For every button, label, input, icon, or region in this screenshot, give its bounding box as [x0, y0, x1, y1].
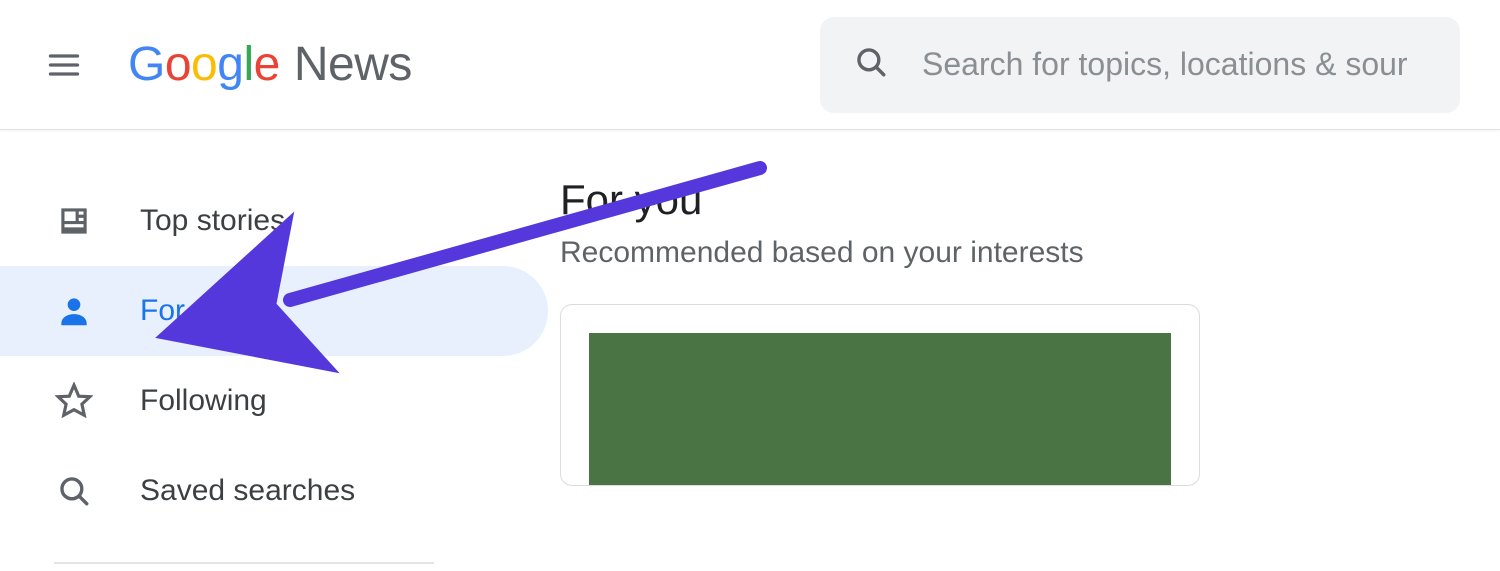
- newspaper-icon: [54, 201, 94, 241]
- sidebar-item-label: For you: [140, 294, 242, 328]
- search-icon: [54, 471, 94, 511]
- sidebar-item-top-stories[interactable]: Top stories: [0, 176, 548, 266]
- hamburger-icon: [46, 47, 82, 83]
- header-bar: Google News: [0, 0, 1500, 130]
- sidebar-item-label: Top stories: [140, 204, 285, 238]
- app-logo[interactable]: Google News: [128, 37, 412, 92]
- page-subtitle: Recommended based on your interests: [560, 236, 1500, 270]
- hamburger-menu-button[interactable]: [40, 41, 88, 89]
- story-thumbnail: [589, 333, 1171, 485]
- search-input[interactable]: [922, 46, 1426, 83]
- main-content: For you Recommended based on your intere…: [560, 130, 1500, 571]
- person-icon: [54, 291, 94, 331]
- sidebar-divider: [54, 562, 434, 564]
- sidebar-nav: Top stories For you Following: [0, 130, 560, 571]
- sidebar-item-for-you[interactable]: For you: [0, 266, 548, 356]
- search-box[interactable]: [820, 17, 1460, 113]
- story-card[interactable]: [560, 304, 1200, 486]
- sidebar-item-label: Saved searches: [140, 474, 355, 508]
- sidebar-item-label: Following: [140, 384, 267, 418]
- sidebar-item-following[interactable]: Following: [0, 356, 548, 446]
- star-icon: [54, 381, 94, 421]
- search-icon: [854, 45, 888, 84]
- page-title: For you: [560, 176, 1500, 224]
- app-product-name: News: [294, 37, 412, 92]
- sidebar-item-saved-searches[interactable]: Saved searches: [0, 446, 548, 536]
